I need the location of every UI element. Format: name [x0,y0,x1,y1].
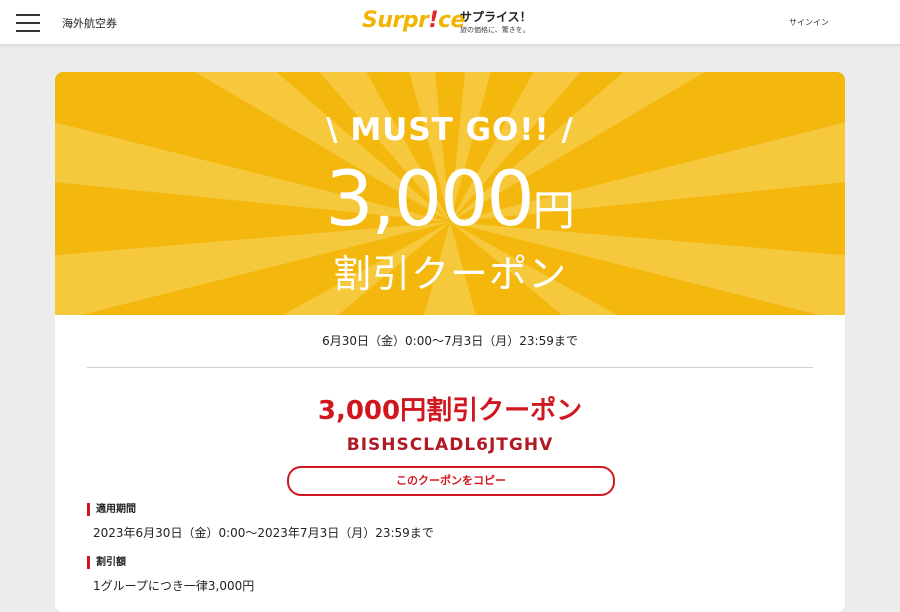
section-label-validity: 適用期間 [87,503,136,516]
discount-amount: 3,000円 [55,154,845,243]
coupon-card: \ MUST GO!! / 3,000円 割引クーポン 6月30日（金）0:00… [55,72,845,612]
menu-icon-bar [16,30,40,32]
menu-icon-bar [16,22,40,24]
section-value-validity: 2023年6月30日（金）0:00〜2023年7月3日（月）23:59まで [93,526,434,540]
coupon-title: 3,000円割引クーポン [317,396,583,426]
menu-icon-bar [16,14,40,16]
logo-text-pre: Surpr [362,8,429,33]
site-header: 海外航空券 Surpr!ce サプライス！ 旅の価格に、驚きを。 サインイン [0,0,900,45]
section-value-discount: 1グループにつき一律3,000円 [93,579,255,593]
menu-icon[interactable] [16,14,40,32]
brand-tagline: 旅の価格に、驚きを。 [460,26,530,34]
amount-unit: 円 [532,186,575,235]
divider [87,367,813,368]
signin-link[interactable]: サインイン [789,17,829,28]
nav-link-international-flights[interactable]: 海外航空券 [62,15,117,31]
coupon-period-summary: 6月30日（金）0:00〜7月3日（月）23:59まで [322,334,578,348]
section-label-discount: 割引額 [87,556,126,569]
coupon-code: BISHSCLADL6JTGHV [346,435,554,455]
logo-text-bang: ! [428,8,439,33]
banner-coupon-label: 割引クーポン [332,252,567,296]
amount-number: 3,000 [325,154,535,243]
copy-coupon-button[interactable]: このクーポンをコピー [287,466,615,496]
brand-name: サプライス！ [460,10,532,24]
must-go-heading: \ MUST GO!! / [326,112,574,148]
coupon-banner: \ MUST GO!! / 3,000円 割引クーポン [55,72,845,315]
logo-wordmark: Surpr!ce [362,8,465,33]
